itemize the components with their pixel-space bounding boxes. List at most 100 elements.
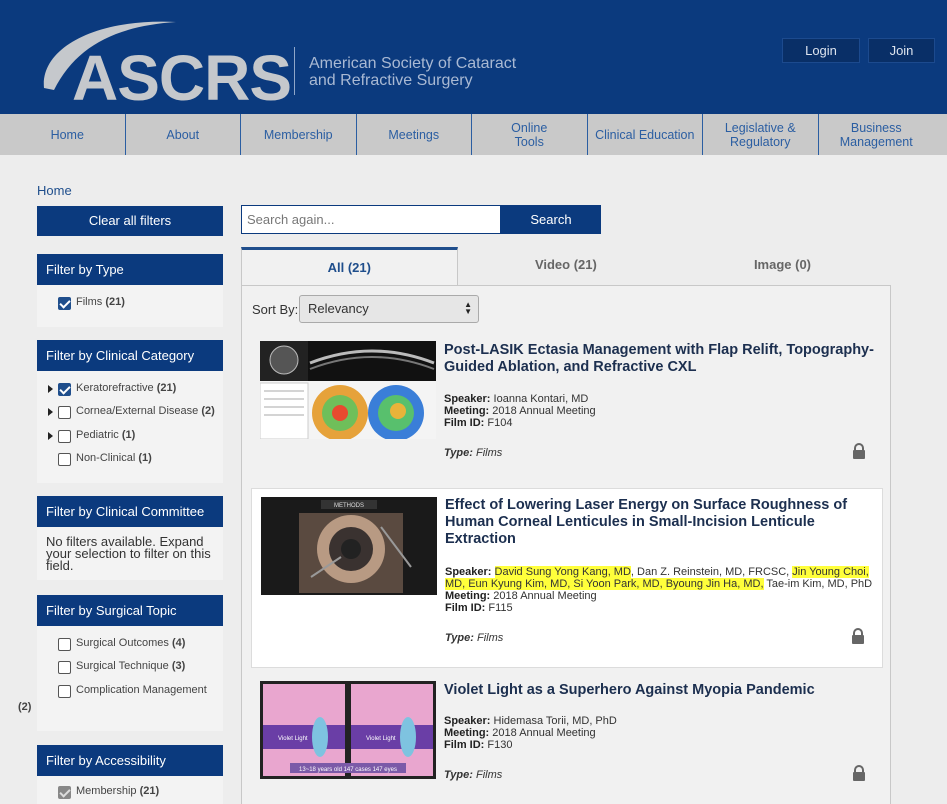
sort-by-label: Sort By: (252, 302, 299, 317)
speaker-label: Speaker: (445, 566, 492, 578)
result-title[interactable]: Effect of Lowering Laser Energy on Surfa… (445, 497, 875, 548)
search-input[interactable]: Search again... (241, 205, 501, 234)
result-meta: Speaker: Hidemasa Torii, MD, PhD Meeting… (444, 715, 876, 751)
checkbox-icon[interactable] (58, 406, 71, 420)
logo-divider (294, 47, 295, 95)
tab-all[interactable]: All (21) (241, 247, 458, 285)
filter-option-keratorefractive[interactable]: Keratorefractive (21) (47, 377, 215, 400)
thumb-caption: 13~18 years old 147 cases 147 eyes (299, 767, 397, 773)
filter-panel-title: Filter by Clinical Category (37, 340, 223, 371)
speaker-value: Ioanna Kontari, MD (493, 393, 589, 405)
clear-filters-button[interactable]: Clear all filters (37, 206, 223, 236)
site-header: ASCRS American Society of Cataract and R… (0, 0, 947, 114)
checkbox-disabled-icon[interactable] (58, 786, 71, 799)
result-type: Type: Films (444, 447, 502, 459)
select-arrows-icon: ▲ ▼ (464, 300, 472, 316)
main-nav: Home About Membership Meetings Online To… (0, 114, 947, 155)
ascrs-logo[interactable]: ASCRS (36, 18, 292, 110)
checkbox-icon[interactable] (58, 684, 71, 698)
sort-select[interactable]: Relevancy ▲ ▼ (299, 295, 479, 323)
result-card[interactable]: Post-LASIK Ectasia Management with Flap … (251, 335, 883, 475)
violet-light-thumbnail: Violet Light Violet Light 13~18 years ol… (260, 681, 436, 779)
nav-meetings[interactable]: Meetings (357, 114, 472, 155)
no-filters-message: No filters available. Expand your select… (46, 534, 211, 573)
filter-panel-title: Filter by Accessibility (37, 745, 223, 776)
nav-home[interactable]: Home (10, 114, 126, 155)
checkbox-checked-icon[interactable] (58, 383, 71, 396)
result-type: Type: Films (444, 769, 502, 781)
tab-video[interactable]: Video (21) (458, 247, 675, 285)
filter-option-cornea-external-disease[interactable]: Cornea/External Disease (2) (47, 400, 215, 423)
speaker-highlight-1: David Sung Yong Kang, MD (494, 566, 631, 578)
meeting-value: 2018 Annual Meeting (492, 405, 596, 417)
filter-option-non-clinical[interactable]: Non-Clinical (1) (47, 447, 215, 470)
filter-panel-title: Filter by Type (37, 254, 223, 285)
checkbox-icon[interactable] (58, 429, 71, 443)
checkbox-icon[interactable] (58, 638, 71, 651)
login-button[interactable]: Login (782, 38, 860, 63)
filter-option-surgical-outcomes[interactable]: Surgical Outcomes (4) (47, 632, 215, 655)
film-id-value: F115 (488, 602, 513, 614)
result-tabs: All (21) Video (21) Image (0) (241, 247, 891, 285)
filter-option-count: (1) (138, 452, 152, 465)
filter-option-label: Non-Clinical (76, 452, 136, 465)
filter-option-label: Surgical Technique (76, 660, 169, 673)
speaker-value: Hidemasa Torii, MD, PhD (493, 715, 617, 727)
film-id-value: F104 (487, 417, 513, 429)
surgery-video-thumbnail: METHODS (261, 497, 437, 595)
meeting-label: Meeting: (444, 405, 490, 417)
tagline-line-1: American Society of Cataract (309, 55, 517, 72)
nav-membership[interactable]: Membership (241, 114, 357, 155)
meeting-label: Meeting: (444, 727, 490, 739)
filter-option-surgical-technique[interactable]: Surgical Technique (3) (47, 655, 215, 678)
filter-option-complication-management[interactable]: Complication Management (2) (18, 679, 215, 713)
results-panel: Sort By: Relevancy ▲ ▼ Post-LASIK Ectasi… (241, 285, 891, 804)
join-button[interactable]: Join (868, 38, 935, 63)
expand-arrow-icon[interactable] (48, 385, 53, 393)
type-value: Films (476, 769, 503, 781)
nav-legislative-regulatory[interactable]: Legislative & Regulatory (703, 114, 819, 155)
speaker-label: Speaker: (444, 715, 491, 727)
checkbox-checked-icon[interactable] (58, 297, 71, 310)
sort-select-value: Relevancy (308, 301, 369, 316)
nav-clinical-education[interactable]: Clinical Education (588, 114, 703, 155)
filter-panel-surgical-topic: Filter by Surgical Topic Surgical Outcom… (18, 595, 223, 731)
filter-option-count: (3) (171, 660, 186, 673)
filter-option-membership[interactable]: Membership (21) (47, 780, 215, 803)
filter-panel-accessibility: Filter by Accessibility Membership (21) (37, 745, 223, 804)
filter-option-films[interactable]: Films (21) (47, 291, 215, 314)
filter-option-pediatric[interactable]: Pediatric (1) (47, 424, 215, 447)
thumb-violet-light-right: Violet Light (366, 736, 396, 742)
checkbox-icon[interactable] (58, 453, 71, 467)
result-thumbnail[interactable] (260, 341, 436, 439)
filter-panel-title: Filter by Clinical Committee (37, 496, 223, 527)
result-title[interactable]: Violet Light as a Superhero Against Myop… (444, 682, 874, 699)
speaker-end: Tae-im Kim, MD, PhD (763, 578, 873, 590)
nav-business-management[interactable]: Business Management (819, 114, 935, 155)
breadcrumb-home[interactable]: Home (37, 183, 72, 198)
filter-option-label: Cornea/External Disease (76, 405, 199, 418)
filter-option-count: (4) (172, 637, 186, 649)
tab-image[interactable]: Image (0) (674, 247, 891, 285)
checkbox-icon[interactable] (58, 661, 71, 675)
thumb-violet-light-left: Violet Light (278, 736, 308, 742)
thumb-methods-text: METHODS (334, 503, 364, 509)
type-value: Films (476, 447, 503, 459)
nav-online-tools[interactable]: Online Tools (472, 114, 588, 155)
lock-icon (853, 765, 865, 781)
result-meta: Speaker: Ioanna Kontari, MD Meeting: 201… (444, 393, 876, 429)
result-card[interactable]: Violet Light Violet Light 13~18 years ol… (251, 676, 883, 804)
speaker-middle: , Dan Z. Reinstein, MD, FRCSC, (630, 566, 793, 578)
result-thumbnail[interactable]: METHODS (261, 497, 437, 595)
expand-arrow-icon[interactable] (48, 408, 53, 417)
result-card[interactable]: METHODS Effect of Lowering Laser Energy … (251, 488, 883, 668)
filter-panel-clinical-committee: Filter by Clinical Committee No filters … (37, 496, 223, 580)
search-button[interactable]: Search (501, 205, 601, 234)
result-title[interactable]: Post-LASIK Ectasia Management with Flap … (444, 342, 874, 376)
tagline-line-2: and Refractive Surgery (309, 72, 473, 89)
filter-panel-clinical-category: Filter by Clinical Category Keratorefrac… (37, 340, 223, 483)
result-thumbnail[interactable]: Violet Light Violet Light 13~18 years ol… (260, 681, 436, 779)
expand-arrow-icon[interactable] (48, 431, 53, 440)
nav-about[interactable]: About (126, 114, 241, 155)
speaker-label: Speaker: (444, 393, 491, 405)
